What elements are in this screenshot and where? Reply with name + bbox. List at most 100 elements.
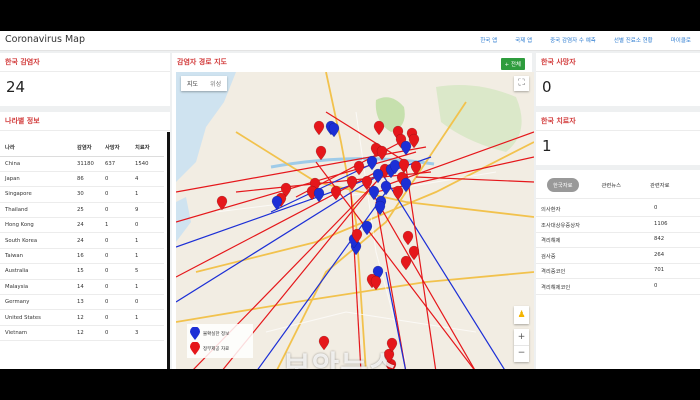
map-type-switch: 지도 위성 bbox=[181, 76, 228, 91]
col-cases[interactable]: 감염자 bbox=[72, 138, 100, 157]
stats-panel: 한국자료 관련뉴스 관련자료 의사환자 0 조사대상유증상자 1106 격리해제 842 검… bbox=[536, 170, 700, 369]
country-table-wrap[interactable]: 나라 감염자 사망자 치료자 China 31180 637 1540 Japan 86 0… bbox=[0, 132, 164, 342]
stats-row-label: 격리해제 bbox=[541, 238, 561, 244]
korea-deaths-title: 한국 사망자 bbox=[536, 53, 700, 72]
country-cell: Hong Kong bbox=[0, 217, 72, 234]
table-scrollbar[interactable] bbox=[167, 132, 170, 369]
recovered-cell: 5 bbox=[130, 263, 164, 280]
tab-related-data[interactable]: 관련자료 bbox=[644, 178, 676, 192]
table-row[interactable]: China 31180 637 1540 bbox=[0, 156, 164, 172]
zoom-in-button[interactable]: + bbox=[514, 329, 529, 345]
stats-row-label: 의사환자 bbox=[541, 207, 561, 213]
table-row[interactable]: United States 12 0 1 bbox=[0, 309, 164, 326]
country-cell: Germany bbox=[0, 294, 72, 311]
tab-korea-data[interactable]: 한국자료 bbox=[547, 178, 579, 192]
stats-row-label: 조사대상유증상자 bbox=[541, 222, 580, 229]
country-table-body: China 31180 637 1540 Japan 86 0 4 Singapore 30 0 1 T… bbox=[0, 156, 164, 342]
country-cell: Australia bbox=[0, 263, 72, 280]
stats-divider bbox=[536, 198, 700, 199]
tab-related-news[interactable]: 관련뉴스 bbox=[596, 178, 628, 192]
plus-icon: + bbox=[504, 62, 510, 68]
stats-row-value: 0 bbox=[654, 282, 658, 289]
col-country[interactable]: 나라 bbox=[0, 138, 72, 157]
cases-cell: 24 bbox=[72, 217, 100, 234]
app-screen: Coronavirus Map 한국 앱 국제 앱 중국 감염자 수 예측 선별… bbox=[0, 31, 700, 369]
deaths-cell: 0 bbox=[100, 186, 130, 203]
cases-cell: 12 bbox=[72, 325, 100, 342]
stats-row-label: 격리중코인 bbox=[541, 269, 566, 275]
cases-cell: 15 bbox=[72, 263, 100, 280]
stats-row-divider bbox=[536, 262, 700, 264]
nav-link-clinics[interactable]: 선별 진료소 현황 bbox=[614, 31, 653, 51]
top-navbar: Coronavirus Map 한국 앱 국제 앱 중국 감염자 수 예측 선별… bbox=[0, 31, 700, 51]
stats-tabs: 한국자료 관련뉴스 관련자료 bbox=[536, 178, 700, 192]
map-type-map[interactable]: 지도 bbox=[181, 76, 204, 91]
nav-links: 한국 앱 국제 앱 중국 감염자 수 예측 선별 진료소 현황 마이클로 bbox=[471, 31, 700, 51]
cases-cell: 30 bbox=[72, 186, 100, 203]
table-row[interactable]: Germany 13 0 0 bbox=[0, 294, 164, 311]
korea-deaths-value: 0 bbox=[542, 78, 552, 96]
legend-blue-marker bbox=[190, 327, 200, 340]
recovered-cell: 1540 bbox=[130, 156, 164, 172]
table-row[interactable]: Australia 15 0 5 bbox=[0, 263, 164, 280]
table-row[interactable]: Thailand 25 0 9 bbox=[0, 202, 164, 219]
pegman-icon: ♟ bbox=[517, 310, 526, 320]
stats-row-divider bbox=[536, 278, 700, 279]
cases-cell: 13 bbox=[72, 294, 100, 311]
country-table: 나라 감염자 사망자 치료자 China 31180 637 1540 Japan 86 0… bbox=[0, 138, 164, 342]
pegman-button[interactable]: ♟ bbox=[514, 306, 529, 324]
table-row[interactable]: Japan 86 0 4 bbox=[0, 171, 164, 188]
deaths-cell: 0 bbox=[100, 248, 130, 265]
deaths-cell: 0 bbox=[100, 279, 130, 296]
legend-red-marker bbox=[190, 342, 200, 355]
table-row[interactable]: Hong Kong 24 1 0 bbox=[0, 217, 164, 234]
zoom-controls: + − bbox=[514, 329, 529, 362]
legend-uncertain-label: 불확실한 정보 bbox=[203, 332, 230, 337]
col-recovered[interactable]: 치료자 bbox=[130, 138, 164, 157]
table-header-row: 나라 감염자 사망자 치료자 bbox=[0, 138, 164, 157]
route-map[interactable]: 지도 위성 ⛶ ♟ + − 불확실한 정보 정부제공 자료 보안뉴스 bbox=[176, 72, 534, 369]
route-map-panel: 감염자 경로 지도 + 전체 지도 위성 ⛶ ♟ + − 불확실한 정보 정부제… bbox=[172, 53, 534, 369]
stats-row-divider bbox=[536, 216, 700, 217]
all-button-label: 전체 bbox=[510, 62, 521, 68]
korea-recovered-panel: 한국 치료자 1 bbox=[536, 112, 700, 165]
stats-row-label: 검사중 bbox=[541, 253, 556, 260]
deaths-cell: 0 bbox=[100, 294, 130, 311]
deaths-cell: 1 bbox=[100, 217, 130, 234]
korea-cases-title: 한국 감염자 bbox=[0, 53, 170, 72]
deaths-cell: 637 bbox=[100, 156, 130, 172]
stats-row-value: 701 bbox=[654, 267, 665, 273]
recovered-cell: 1 bbox=[130, 248, 164, 265]
table-row[interactable]: Malaysia 14 0 1 bbox=[0, 279, 164, 296]
all-button[interactable]: + 전체 bbox=[500, 58, 525, 70]
stats-row-value: 842 bbox=[654, 236, 665, 242]
stats-row-divider bbox=[536, 247, 700, 248]
recovered-cell: 1 bbox=[130, 186, 164, 203]
map-type-satellite[interactable]: 위성 bbox=[204, 76, 227, 91]
nav-link-china-forecast[interactable]: 중국 감염자 수 예측 bbox=[550, 31, 596, 51]
korea-recovered-title: 한국 치료자 bbox=[536, 112, 700, 131]
deaths-cell: 0 bbox=[100, 202, 130, 219]
legend-government-label: 정부제공 자료 bbox=[203, 347, 230, 352]
col-deaths[interactable]: 사망자 bbox=[100, 138, 130, 157]
nav-link-korea[interactable]: 한국 앱 bbox=[480, 31, 497, 51]
app-title[interactable]: Coronavirus Map bbox=[5, 34, 85, 45]
cases-cell: 86 bbox=[72, 171, 100, 188]
country-cell: South Korea bbox=[0, 232, 72, 249]
cases-cell: 24 bbox=[72, 232, 100, 249]
table-row[interactable]: Vietnam 12 0 3 bbox=[0, 325, 164, 342]
zoom-out-button[interactable]: − bbox=[514, 345, 529, 361]
fullscreen-button[interactable]: ⛶ bbox=[514, 76, 529, 91]
recovered-cell: 1 bbox=[130, 309, 164, 326]
table-row[interactable]: Taiwan 16 0 1 bbox=[0, 248, 164, 265]
cases-cell: 14 bbox=[72, 279, 100, 296]
country-cell: Vietnam bbox=[0, 325, 72, 342]
stats-row-value: 264 bbox=[654, 251, 665, 258]
stats-row-value: 0 bbox=[654, 205, 658, 211]
recovered-cell: 0 bbox=[130, 217, 164, 234]
nav-link-international[interactable]: 국제 앱 bbox=[515, 31, 532, 51]
table-row[interactable]: South Korea 24 0 1 bbox=[0, 232, 164, 249]
table-row[interactable]: Singapore 30 0 1 bbox=[0, 186, 164, 203]
cases-cell: 16 bbox=[72, 248, 100, 265]
nav-link-more[interactable]: 마이클로 bbox=[671, 31, 691, 51]
